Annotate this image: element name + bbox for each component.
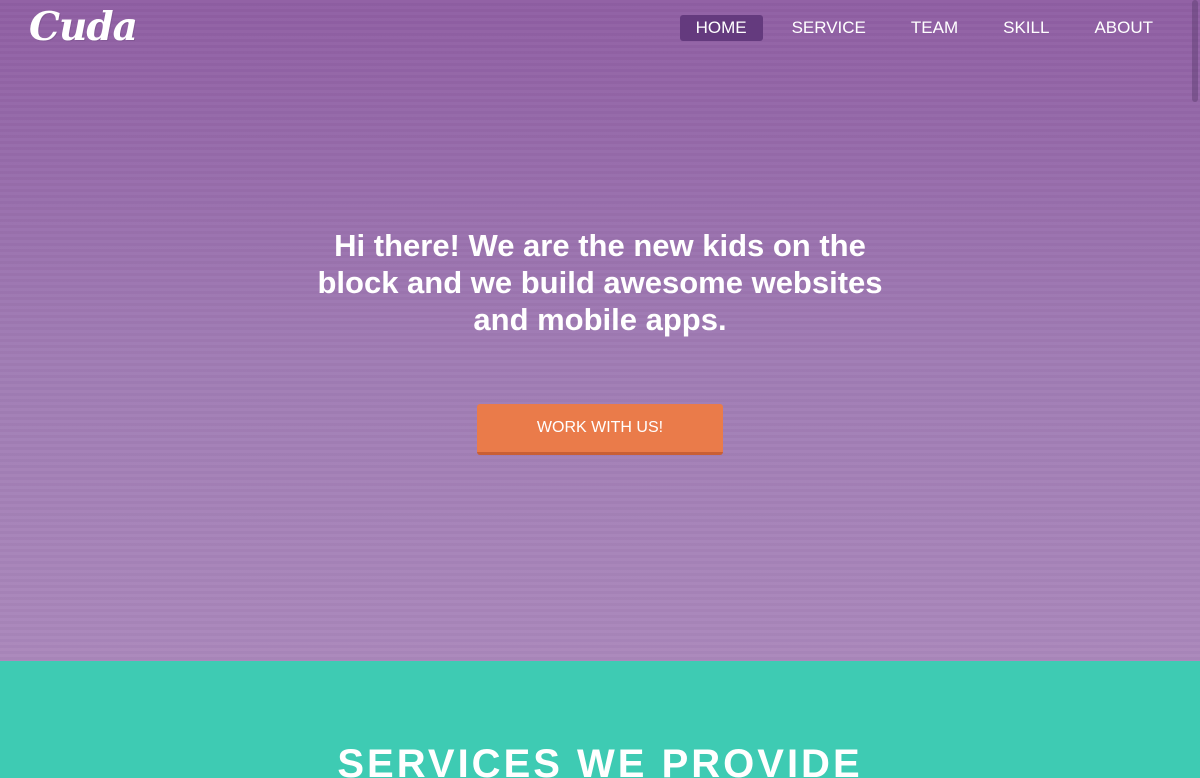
nav-item-about[interactable]: ABOUT — [1078, 15, 1169, 41]
nav-item-home[interactable]: HOME — [679, 15, 763, 41]
hero-section: Cuda HOME SERVICE TEAM SKILL ABOUT Hi th… — [0, 0, 1200, 661]
nav-item-team[interactable]: TEAM — [895, 15, 974, 41]
scrollbar-thumb[interactable] — [1192, 0, 1198, 102]
nav-item-skill[interactable]: SKILL — [987, 15, 1065, 41]
hero-heading: Hi there! We are the new kids on the blo… — [317, 228, 883, 337]
work-with-us-button[interactable]: WORK WITH US! — [477, 404, 723, 455]
nav-item-service[interactable]: SERVICE — [776, 15, 882, 41]
services-title: SERVICES WE PROVIDE — [337, 742, 863, 778]
logo[interactable]: Cuda — [29, 4, 138, 50]
services-section: SERVICES WE PROVIDE — [0, 661, 1200, 778]
main-nav: HOME SERVICE TEAM SKILL ABOUT — [667, 15, 1169, 41]
